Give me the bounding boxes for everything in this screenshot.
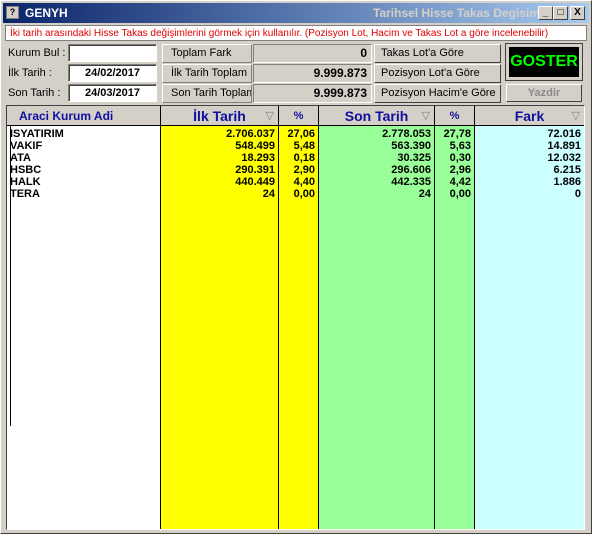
- pozisyon-hacim-button[interactable]: Pozisyon Hacim'e Göre: [374, 84, 501, 103]
- cell-son-pct[interactable]: 4,42: [435, 176, 474, 188]
- cell-fark[interactable]: 1.886: [475, 176, 584, 188]
- cell-name[interactable]: HALK: [7, 176, 160, 188]
- header-son-pct[interactable]: %: [435, 106, 474, 126]
- close-button[interactable]: X: [570, 6, 585, 20]
- cell-fark[interactable]: 12.032: [475, 152, 584, 164]
- header-ilk-pct-label: %: [293, 110, 304, 122]
- cell-name[interactable]: ATA: [7, 152, 160, 164]
- header-kurum-adi[interactable]: Araci Kurum Adi: [7, 106, 160, 126]
- header-ilk-tarih[interactable]: İlk Tarih ▽: [161, 106, 278, 126]
- ilk-tarih-toplam-label: İlk Tarih Toplam: [162, 64, 252, 83]
- cell-son-pct[interactable]: 0,00: [435, 188, 474, 200]
- cell-son-pct[interactable]: 2,96: [435, 164, 474, 176]
- header-ilk-pct[interactable]: %: [279, 106, 318, 126]
- cell-ilk-pct[interactable]: 4,40: [279, 176, 318, 188]
- app-icon[interactable]: ?: [6, 6, 19, 19]
- cell-fark[interactable]: 0: [475, 188, 584, 200]
- cell-fark[interactable]: 72.016: [475, 128, 584, 140]
- cell-ilk-pct[interactable]: 0,18: [279, 152, 318, 164]
- cell-ilk-pct[interactable]: 5,48: [279, 140, 318, 152]
- son-tarih-toplam-label: Son Tarih Toplam: [162, 84, 252, 103]
- cell-ilk[interactable]: 548.499: [161, 140, 278, 152]
- cell-son[interactable]: 296.606: [319, 164, 434, 176]
- sort-icon[interactable]: ▽: [572, 106, 580, 126]
- column-fark: Fark ▽ 72.016 14.891 12.032 6.215 1.886 …: [475, 106, 584, 529]
- cell-ilk-pct[interactable]: 0,00: [279, 188, 318, 200]
- goster-button[interactable]: GOSTER: [505, 43, 583, 81]
- title-bar[interactable]: ? GENYH Tarihsel Hisse Takas Degisim _ □…: [3, 3, 589, 23]
- cell-name[interactable]: TERA: [7, 188, 160, 200]
- cell-ilk-pct[interactable]: 27,06: [279, 128, 318, 140]
- cell-ilk[interactable]: 24: [161, 188, 278, 200]
- cell-ilk[interactable]: 290.391: [161, 164, 278, 176]
- kurum-bul-input[interactable]: [68, 44, 157, 62]
- sort-icon[interactable]: ▽: [266, 106, 274, 126]
- cell-fark[interactable]: 14.891: [475, 140, 584, 152]
- pozisyon-lot-button[interactable]: Pozisyon Lot'a Göre: [374, 64, 501, 83]
- ilk-tarih-toplam-value: 9.999.873: [253, 64, 372, 83]
- column-son-tarih: Son Tarih ▽ 2.778.053 563.390 30.325 296…: [319, 106, 435, 529]
- column-ilk-pct: % 27,06 5,48 0,18 2,90 4,40 0,00: [279, 106, 319, 529]
- app-name: GENYH: [25, 6, 68, 20]
- takas-lot-button[interactable]: Takas Lot'a Göre: [374, 44, 501, 63]
- sort-icon[interactable]: ▽: [422, 106, 430, 126]
- cell-name[interactable]: HSBC: [7, 164, 160, 176]
- cell-son[interactable]: 563.390: [319, 140, 434, 152]
- header-son-tarih[interactable]: Son Tarih ▽: [319, 106, 434, 126]
- header-ilk-tarih-label: İlk Tarih: [193, 108, 246, 124]
- header-son-tarih-label: Son Tarih: [344, 108, 409, 124]
- maximize-button[interactable]: □: [553, 6, 568, 20]
- cell-ilk[interactable]: 2.706.037: [161, 128, 278, 140]
- cell-ilk[interactable]: 440.449: [161, 176, 278, 188]
- info-message: İki tarih arasındaki Hisse Takas değişim…: [5, 25, 587, 41]
- cell-ilk[interactable]: 18.293: [161, 152, 278, 164]
- cell-son[interactable]: 30.325: [319, 152, 434, 164]
- cell-son[interactable]: 24: [319, 188, 434, 200]
- cell-son-pct[interactable]: 5,63: [435, 140, 474, 152]
- toplam-fark-label: Toplam Fark: [162, 44, 252, 63]
- son-tarih-label: Son Tarih :: [8, 87, 61, 99]
- toplam-fark-value: 0: [253, 44, 372, 63]
- ilk-tarih-label: İlk Tarih :: [8, 67, 52, 79]
- column-son-pct: % 27,78 5,63 0,30 2,96 4,42 0,00: [435, 106, 475, 529]
- minimize-button[interactable]: _: [538, 6, 553, 20]
- son-tarih-input[interactable]: 24/03/2017: [68, 84, 157, 102]
- cell-ilk-pct[interactable]: 2,90: [279, 164, 318, 176]
- main-window: ? GENYH Tarihsel Hisse Takas Degisim _ □…: [0, 0, 592, 534]
- cell-son-pct[interactable]: 0,30: [435, 152, 474, 164]
- kurum-bul-label: Kurum Bul :: [8, 47, 66, 59]
- header-son-pct-label: %: [449, 110, 460, 122]
- column-kurum: Araci Kurum Adi ISYATIRIM VAKIF ATA HSBC…: [7, 106, 161, 529]
- yazdir-button[interactable]: Yazdir: [506, 84, 582, 102]
- cell-son[interactable]: 2.778.053: [319, 128, 434, 140]
- results-grid[interactable]: Araci Kurum Adi ISYATIRIM VAKIF ATA HSBC…: [6, 105, 585, 530]
- cell-son-pct[interactable]: 27,78: [435, 128, 474, 140]
- cell-name[interactable]: ISYATIRIM: [7, 128, 160, 140]
- window-caption: Tarihsel Hisse Takas Degisim: [373, 6, 540, 20]
- header-fark-label: Fark: [514, 108, 545, 124]
- ilk-tarih-input[interactable]: 24/02/2017: [68, 64, 157, 82]
- header-fark[interactable]: Fark ▽: [475, 106, 584, 126]
- cell-name[interactable]: VAKIF: [7, 140, 160, 152]
- son-tarih-toplam-value: 9.999.873: [253, 84, 372, 103]
- column-ilk-tarih: İlk Tarih ▽ 2.706.037 548.499 18.293 290…: [161, 106, 279, 529]
- cell-fark[interactable]: 6.215: [475, 164, 584, 176]
- cell-son[interactable]: 442.335: [319, 176, 434, 188]
